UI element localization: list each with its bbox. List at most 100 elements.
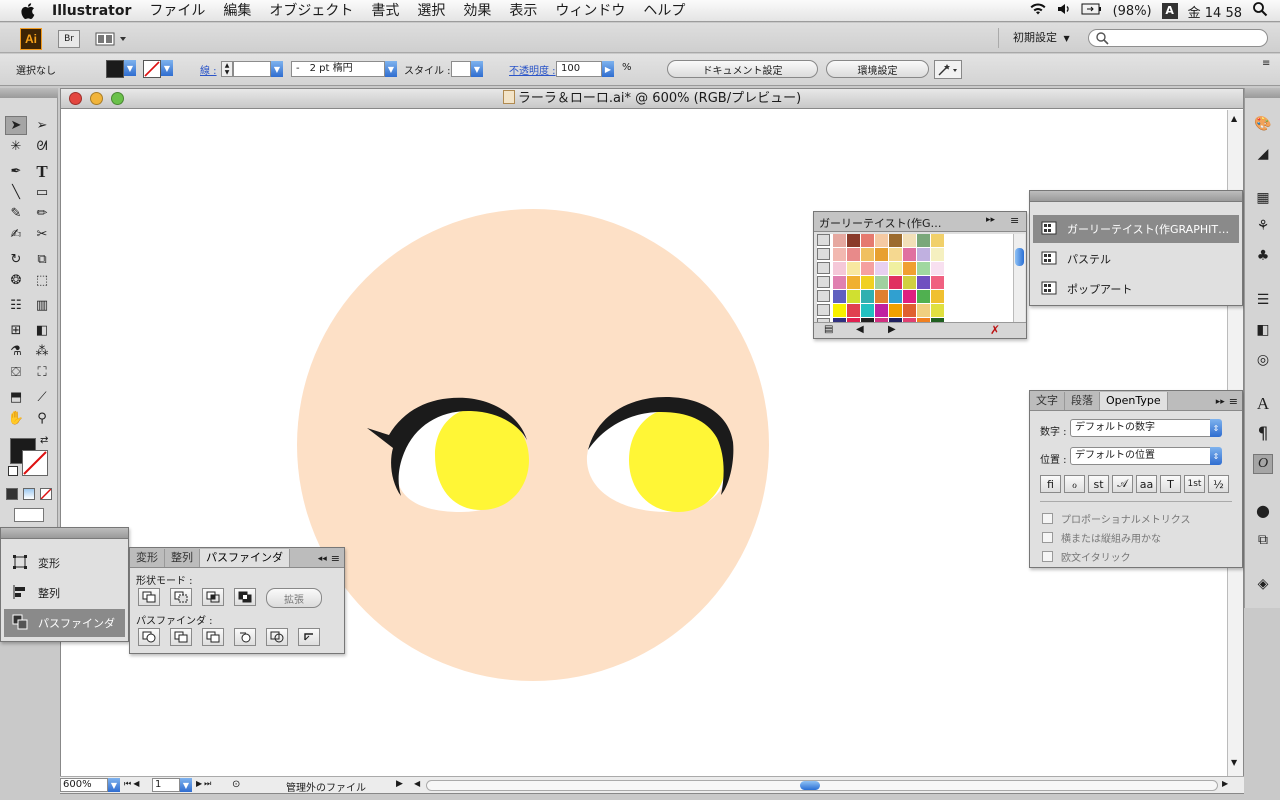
swatch-cell[interactable] — [931, 290, 945, 303]
paragraph-icon[interactable]: ¶ — [1253, 424, 1273, 444]
gradient-tool-icon[interactable]: ◧ — [31, 321, 53, 340]
apple-icon[interactable] — [18, 1, 38, 21]
merge-button[interactable] — [202, 628, 224, 646]
stylistic-alternates-button[interactable]: aa — [1136, 475, 1157, 493]
type-tool-icon[interactable]: T — [31, 162, 53, 181]
tools-panel-header[interactable] — [0, 88, 58, 98]
pencil-tool-icon[interactable]: ✏ — [31, 204, 53, 223]
mesh-tool-icon[interactable]: ⊞ — [5, 321, 27, 340]
chevron-down-icon[interactable]: ⇕ — [1210, 447, 1222, 465]
swatch-cell[interactable] — [861, 304, 875, 317]
warp-tool-icon[interactable]: ❂ — [5, 271, 27, 290]
battery-icon[interactable] — [1081, 3, 1103, 19]
swatch-cell[interactable] — [903, 248, 917, 261]
swap-fill-stroke-icon[interactable]: ⇄ — [40, 435, 48, 446]
swatch-cell[interactable] — [833, 290, 847, 303]
none-mode-icon[interactable] — [40, 488, 52, 500]
appearance-icon[interactable]: ● — [1253, 500, 1273, 520]
opentype-icon[interactable]: O — [1253, 454, 1273, 474]
swatch-cell[interactable] — [875, 248, 889, 261]
paintbrush-tool-icon[interactable]: ✎ — [5, 204, 27, 223]
tab-opentype[interactable]: OpenType — [1100, 392, 1168, 410]
graph-tool-icon[interactable]: ▥ — [31, 296, 53, 315]
expand-button[interactable]: 拡張 — [266, 588, 322, 608]
panel-expand-icon[interactable]: ▸▸ — [1216, 397, 1229, 410]
swatch-cell[interactable] — [917, 304, 931, 317]
status-menu-icon[interactable]: ▶ — [396, 779, 403, 789]
chevron-down-icon[interactable]: ▼ — [161, 60, 173, 76]
graphic-styles-icon[interactable]: ⧉ — [1253, 530, 1273, 550]
swatch-cell[interactable] — [875, 290, 889, 303]
folder-icon[interactable] — [817, 248, 830, 260]
menu-app-name[interactable]: Illustrator — [52, 0, 140, 22]
gradient-icon[interactable]: ◧ — [1253, 320, 1273, 340]
character-icon[interactable]: A — [1253, 394, 1273, 414]
swatch-cell[interactable] — [847, 262, 861, 275]
proportional-metrics-option[interactable]: プロポーショナルメトリクス — [1042, 511, 1191, 526]
swatch-cell[interactable] — [875, 276, 889, 289]
swatch-cell[interactable] — [847, 304, 861, 317]
preferences-button[interactable]: 環境設定 — [826, 60, 929, 78]
trim-button[interactable] — [170, 628, 192, 646]
chevron-down-icon[interactable]: ▼ — [385, 61, 397, 77]
delete-swatch-icon[interactable]: ✗ — [990, 323, 1000, 337]
tab-character[interactable]: 文字 — [1030, 392, 1065, 410]
panel-menu-icon[interactable]: ≡ — [1229, 395, 1242, 410]
menu-object[interactable]: オブジェクト — [260, 0, 362, 22]
swatch-cell[interactable] — [889, 304, 903, 317]
stroke-none-swatch[interactable] — [143, 60, 161, 78]
panel-menu-icon[interactable]: ≡ — [331, 552, 344, 567]
first-artboard-icon[interactable]: ⏮◀ — [124, 779, 141, 789]
free-transform-tool-icon[interactable]: ⬚ — [31, 271, 53, 290]
arrange-documents-button[interactable] — [95, 30, 129, 48]
swatch-cell[interactable] — [833, 234, 847, 247]
folder-icon[interactable] — [817, 304, 830, 316]
chevron-down-icon[interactable]: ▼ — [180, 778, 192, 792]
brushes-icon[interactable]: ⚘ — [1253, 216, 1273, 236]
tab-pathfinder[interactable]: パスファインダ — [200, 549, 290, 567]
color-guide-icon[interactable]: ◢ — [1253, 144, 1273, 164]
swatch-cell[interactable] — [847, 276, 861, 289]
swatch-cell[interactable] — [903, 290, 917, 303]
swatch-cell[interactable] — [847, 234, 861, 247]
screen-mode-icon[interactable] — [14, 508, 44, 522]
library-item-popart[interactable]: ポップアート — [1033, 275, 1239, 303]
stroke-color-box[interactable] — [22, 450, 48, 476]
scroll-right-icon[interactable]: ▶ — [1222, 779, 1228, 788]
minus-back-button[interactable] — [298, 628, 320, 646]
intersect-button[interactable] — [202, 588, 224, 606]
workspace-switcher[interactable]: 初期設定 ▼ — [998, 28, 1078, 48]
scroll-left-icon[interactable]: ◀ — [414, 779, 420, 788]
kana-option[interactable]: 横または縦組み用かな — [1042, 530, 1161, 545]
swatch-cell[interactable] — [917, 248, 931, 261]
magic-wand-tool-icon[interactable]: ✳ — [5, 137, 27, 156]
menu-select[interactable]: 選択 — [408, 0, 454, 22]
lasso-tool-icon[interactable]: ᘛ — [31, 137, 53, 156]
swatches-icon[interactable]: ▦ — [1253, 188, 1273, 208]
swatch-cell[interactable] — [875, 304, 889, 317]
swatch-cell[interactable] — [861, 276, 875, 289]
scissors-tool-icon[interactable]: ✂ — [31, 225, 53, 244]
horizontal-scrollbar[interactable] — [426, 780, 1218, 791]
group-item-transform[interactable]: 変形 — [4, 549, 125, 577]
swatch-grid[interactable] — [817, 234, 1013, 322]
group-item-pathfinder[interactable]: パスファインダ — [4, 609, 125, 637]
slice-tool-icon[interactable]: ⟋ — [31, 388, 53, 407]
swatch-cell[interactable] — [917, 290, 931, 303]
swatch-cell[interactable] — [861, 248, 875, 261]
chevron-down-icon[interactable]: ▼ — [124, 60, 136, 76]
swash-button[interactable]: 𝒜 — [1112, 475, 1133, 493]
swatch-cell[interactable] — [889, 262, 903, 275]
tab-paragraph[interactable]: 段落 — [1065, 392, 1100, 410]
color-palette-icon[interactable]: 🎨 — [1253, 114, 1273, 134]
panel-menu-icon[interactable]: ≡ — [1010, 214, 1019, 227]
kana-checkbox[interactable] — [1042, 532, 1053, 543]
live-paint-tool-icon[interactable]: ⛋ — [5, 363, 27, 382]
next-library-icon[interactable]: ▶ — [888, 324, 896, 335]
zoom-level-input[interactable]: 600% — [60, 778, 108, 792]
swatch-cell[interactable] — [833, 262, 847, 275]
horizontal-scroll-thumb[interactable] — [800, 781, 820, 790]
artboard-number-input[interactable]: 1 — [152, 778, 180, 792]
contextual-alternates-button[interactable]: ℴ — [1064, 475, 1085, 493]
swatch-cell[interactable] — [931, 262, 945, 275]
